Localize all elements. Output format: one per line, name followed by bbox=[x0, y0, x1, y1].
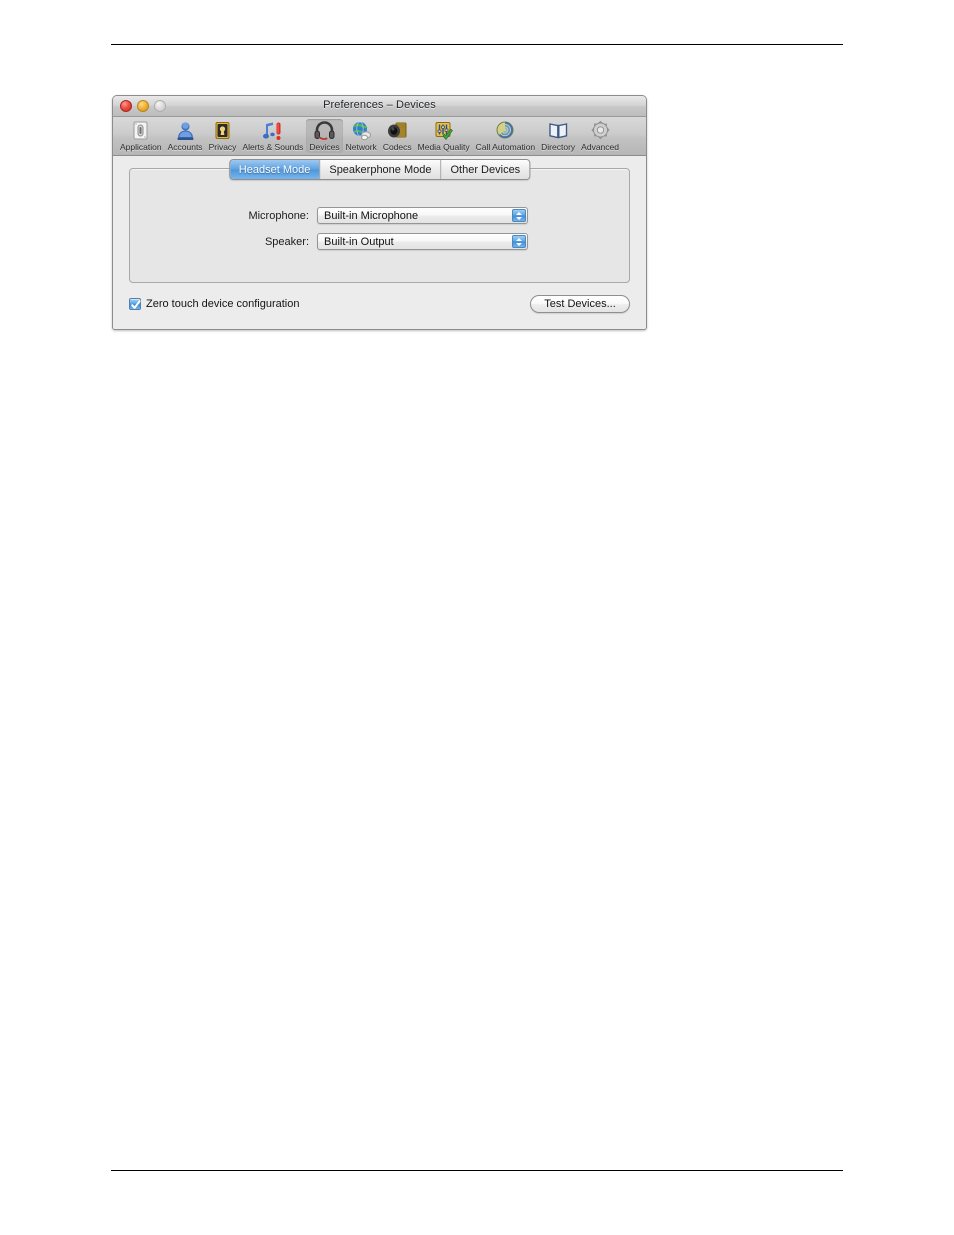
tab-bar: Headset Mode Speakerphone Mode Other Dev… bbox=[228, 159, 531, 180]
note-exclamation-icon bbox=[261, 120, 284, 142]
toolbar-item-label: Devices bbox=[309, 142, 340, 152]
page-footer-rule bbox=[111, 1170, 843, 1171]
speaker-row: Speaker: Built-in Output bbox=[130, 233, 629, 250]
chevron-updown-icon bbox=[512, 235, 526, 248]
toolbar-item-label: Alerts & Sounds bbox=[242, 142, 304, 152]
book-icon bbox=[547, 120, 570, 142]
page-header-rule bbox=[111, 44, 843, 45]
chevron-updown-icon bbox=[512, 209, 526, 222]
microphone-label: Microphone: bbox=[248, 209, 309, 222]
zero-touch-label: Zero touch device configuration bbox=[146, 298, 300, 310]
microphone-row: Microphone: Built-in Microphone bbox=[130, 207, 629, 224]
toolbar-item-application[interactable]: Application bbox=[117, 119, 165, 153]
speaker-label: Speaker: bbox=[264, 235, 309, 248]
toolbar-item-directory[interactable]: Directory bbox=[538, 119, 578, 153]
speaker-value: Built-in Output bbox=[324, 236, 394, 248]
toolbar-item-network[interactable]: Network bbox=[343, 119, 380, 153]
person-icon bbox=[174, 120, 197, 142]
toolbar-item-label: Codecs bbox=[382, 142, 412, 152]
window-bottom-bar: Zero touch device configuration Test Dev… bbox=[129, 295, 630, 313]
light-switch-icon bbox=[129, 120, 152, 142]
zero-touch-checkbox[interactable] bbox=[129, 298, 141, 310]
toolbar-item-accounts[interactable]: Accounts bbox=[165, 119, 206, 153]
devices-form: Microphone: Built-in Microphone Speaker:… bbox=[130, 207, 629, 259]
gear-icon bbox=[589, 120, 612, 142]
toolbar-item-alerts-and-sounds[interactable]: Alerts & Sounds bbox=[239, 119, 306, 153]
tab-group-box: Headset Mode Speakerphone Mode Other Dev… bbox=[129, 159, 630, 283]
preferences-toolbar: Application Accounts Privacy Alerts & So… bbox=[113, 117, 646, 156]
microphone-value: Built-in Microphone bbox=[324, 210, 419, 222]
zero-touch-checkbox-row[interactable]: Zero touch device configuration bbox=[129, 298, 299, 310]
speaker-select[interactable]: Built-in Output bbox=[317, 233, 528, 250]
tab-other-devices[interactable]: Other Devices bbox=[441, 160, 530, 179]
tab-headset-mode[interactable]: Headset Mode bbox=[229, 160, 321, 179]
swirl-icon bbox=[494, 120, 517, 142]
toolbar-item-call-automation[interactable]: Call Automation bbox=[473, 119, 539, 153]
sliders-check-icon bbox=[432, 120, 455, 142]
toolbar-item-label: Call Automation bbox=[475, 142, 536, 152]
keyhole-icon bbox=[211, 120, 234, 142]
toolbar-item-label: Network bbox=[345, 142, 377, 152]
headset-icon bbox=[313, 120, 336, 142]
toolbar-item-media-quality[interactable]: Media Quality bbox=[415, 119, 473, 153]
toolbar-item-advanced[interactable]: Advanced bbox=[578, 119, 622, 153]
window-titlebar[interactable]: Preferences – Devices bbox=[113, 96, 646, 117]
toolbar-item-label: Directory bbox=[541, 142, 576, 152]
speaker-chip-icon bbox=[386, 120, 409, 142]
globe-icon bbox=[350, 120, 373, 142]
toolbar-item-label: Privacy bbox=[208, 142, 237, 152]
test-devices-button[interactable]: Test Devices... bbox=[530, 295, 630, 313]
preferences-window: Preferences – Devices Application Accoun… bbox=[112, 95, 647, 330]
microphone-select[interactable]: Built-in Microphone bbox=[317, 207, 528, 224]
toolbar-item-devices[interactable]: Devices bbox=[306, 119, 343, 153]
toolbar-item-label: Media Quality bbox=[417, 142, 470, 152]
toolbar-item-label: Accounts bbox=[167, 142, 203, 152]
tab-speakerphone-mode[interactable]: Speakerphone Mode bbox=[320, 160, 442, 179]
toolbar-item-label: Advanced bbox=[581, 142, 619, 152]
window-title: Preferences – Devices bbox=[323, 99, 436, 111]
toolbar-item-codecs[interactable]: Codecs bbox=[380, 119, 415, 153]
toolbar-item-privacy[interactable]: Privacy bbox=[206, 119, 240, 153]
toolbar-item-label: Application bbox=[120, 142, 162, 152]
checkmark-icon bbox=[131, 300, 141, 309]
preferences-body: Headset Mode Speakerphone Mode Other Dev… bbox=[113, 156, 646, 329]
